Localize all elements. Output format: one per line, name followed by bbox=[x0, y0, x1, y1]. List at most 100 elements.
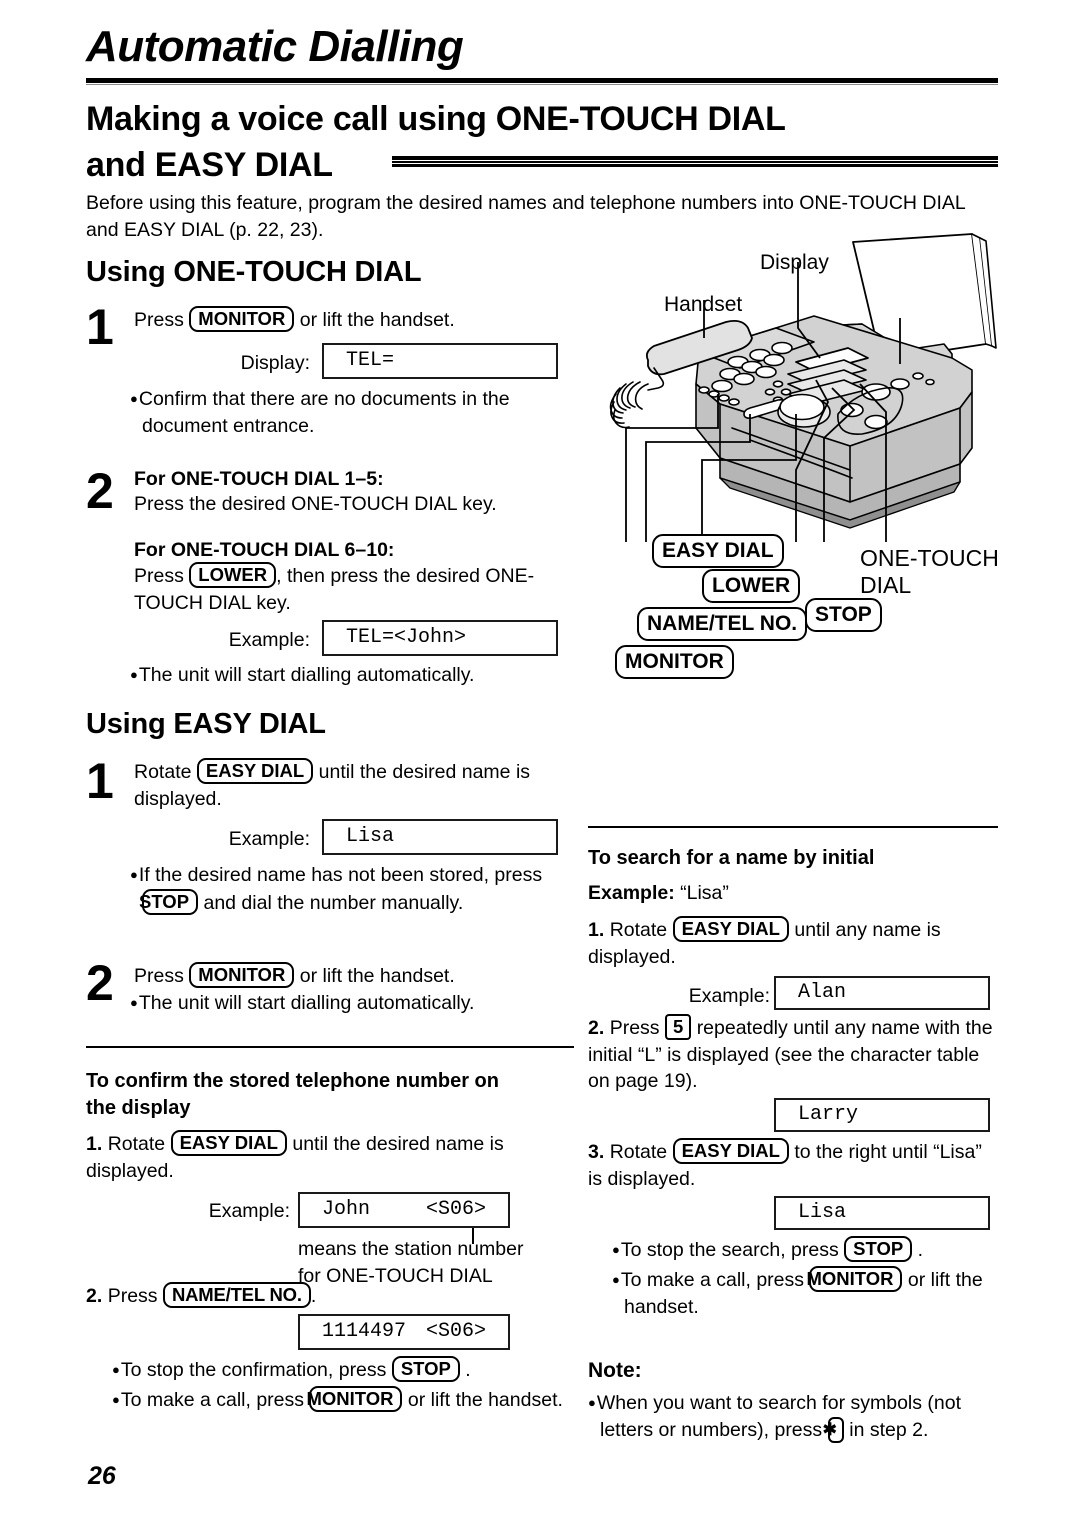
monitor-key[interactable]: MONITOR bbox=[189, 306, 295, 332]
item2-prefix: Press bbox=[107, 1285, 158, 1307]
chapter-title: Automatic Dialling bbox=[86, 22, 464, 71]
item3-number: 3. bbox=[588, 1141, 605, 1163]
easy-dial-step1-number: 1 bbox=[86, 753, 114, 809]
one-touch-step2-note: The unit will start dialling automatical… bbox=[130, 662, 560, 689]
chapter-divider-rule bbox=[86, 78, 998, 85]
rotate-label: Rotate bbox=[134, 761, 192, 783]
item2-number: 2. bbox=[588, 1017, 605, 1039]
monitor-key[interactable]: MONITOR bbox=[306, 1386, 403, 1412]
name-tel-no-key[interactable]: NAME/TEL NO. bbox=[162, 1282, 311, 1308]
item1-number: 1. bbox=[588, 919, 605, 941]
page-number: 26 bbox=[88, 1462, 116, 1490]
stop-key[interactable]: STOP bbox=[139, 888, 199, 915]
lcd-name: John bbox=[322, 1198, 371, 1221]
item3-prefix: Rotate bbox=[609, 1141, 668, 1163]
monitor-key[interactable]: MONITOR bbox=[189, 962, 295, 988]
lcd-value: TEL= bbox=[346, 349, 395, 372]
note1-prefix: To stop the search, press bbox=[612, 1239, 839, 1261]
search-example: Example: “Lisa” bbox=[588, 880, 998, 907]
lcd-value: Lisa bbox=[346, 825, 395, 848]
callout-easy-dial: EASY DIAL bbox=[652, 534, 784, 568]
search-heading: To search for a name by initial bbox=[588, 847, 875, 869]
lcd-display-tel-john: TEL=<John> bbox=[322, 620, 558, 656]
confirm-heading: To confirm the stored telephone number o… bbox=[86, 1068, 574, 1122]
note2-prefix: To make a call, press bbox=[112, 1389, 304, 1411]
search-note-2: To make a call, press MONITOR or lift th… bbox=[612, 1266, 1014, 1320]
note2-prefix: To make a call, press bbox=[612, 1269, 804, 1291]
asterisk-key[interactable]: ✱ bbox=[823, 1416, 844, 1443]
illustration-label-display: Display bbox=[760, 251, 829, 274]
callout-name-tel-no: NAME/TEL NO. bbox=[637, 607, 808, 641]
confirm-item-1: 1. Rotate EASY DIAL until the desired na… bbox=[86, 1130, 576, 1184]
confirm-heading-line1: To confirm the stored telephone number o… bbox=[86, 1070, 499, 1092]
lcd-value: Lisa bbox=[798, 1201, 847, 1224]
monitor-key[interactable]: MONITOR bbox=[806, 1266, 903, 1292]
sub2-press-label: Press bbox=[134, 565, 184, 587]
caption-line1: means the station number bbox=[298, 1238, 524, 1260]
confirm-item-2: 2. Press NAME/TEL NO.. bbox=[86, 1282, 576, 1310]
easy-dial-key[interactable]: EASY DIAL bbox=[196, 758, 314, 784]
lcd-display-lisa: Lisa bbox=[322, 819, 558, 855]
note2-suffix: or lift the handset. bbox=[407, 1389, 563, 1411]
search-item-2: 2. Press 5 repeatedly until any name wit… bbox=[588, 1014, 1000, 1095]
one-touch-step1-note: Confirm that there are no documents in t… bbox=[130, 386, 570, 439]
callout-stop: STOP bbox=[805, 598, 882, 632]
one-touch-step2-sub1-heading: For ONE-TOUCH DIAL 1–5: bbox=[134, 468, 384, 490]
search-item-3: 3. Rotate EASY DIAL to the right until “… bbox=[588, 1138, 1000, 1192]
callout-monitor: MONITOR bbox=[615, 645, 734, 679]
note-body: When you want to search for symbols (not… bbox=[588, 1390, 1004, 1443]
lcd-station: <S06> bbox=[425, 1198, 486, 1221]
search-example-value: “Lisa” bbox=[680, 882, 729, 904]
easy-dial-key[interactable]: EASY DIAL bbox=[672, 1138, 789, 1164]
easy-dial-heading: Using EASY DIAL bbox=[86, 708, 326, 740]
item2-prefix: Press bbox=[609, 1017, 660, 1039]
right-column-divider bbox=[588, 826, 998, 828]
lcd-value: Larry bbox=[798, 1103, 859, 1126]
confirm-example-label: Example: bbox=[208, 1200, 290, 1222]
one-touch-step2-number: 2 bbox=[86, 463, 114, 519]
lcd-display-alan: Alan bbox=[774, 976, 990, 1010]
lcd-display-number-station: 1114497 <S06> bbox=[298, 1314, 510, 1350]
digit-5-key[interactable]: 5 bbox=[664, 1014, 692, 1040]
fax-machine-illustration bbox=[600, 232, 1020, 542]
lcd-value: TEL=<John> bbox=[346, 626, 467, 649]
one-touch-step2-sub2-text: Press LOWER, then press the desired ONE-… bbox=[134, 562, 564, 616]
confirm-heading-line2: the display bbox=[86, 1097, 191, 1119]
section-title: Making a voice call using ONE-TOUCH DIAL… bbox=[86, 96, 1006, 188]
stop-key[interactable]: STOP bbox=[391, 1356, 460, 1382]
easy-dial-key[interactable]: EASY DIAL bbox=[672, 916, 789, 942]
easy-dial-step2-note: The unit will start dialling automatical… bbox=[130, 990, 560, 1017]
note-suffix: and dial the number manually. bbox=[203, 891, 464, 914]
easy-dial-step1-instruction: Rotate EASY DIAL until the desired name … bbox=[134, 758, 558, 812]
lcd-display-john-station: John <S06> bbox=[298, 1192, 510, 1228]
lcd-station: <S06> bbox=[425, 1320, 486, 1343]
note-prefix: If the desired name has not been stored,… bbox=[130, 864, 542, 886]
press-label: Press bbox=[134, 965, 184, 987]
easy-dial-key[interactable]: EASY DIAL bbox=[170, 1130, 287, 1156]
one-touch-step1-instruction: Press MONITOR or lift the handset. bbox=[134, 306, 554, 334]
note1-suffix: . bbox=[465, 1359, 471, 1381]
easy-dial-step2-number: 2 bbox=[86, 955, 114, 1011]
left-column-divider bbox=[86, 1046, 574, 1048]
lcd-number: 1114497 bbox=[322, 1320, 407, 1343]
easy-dial-step1-note: If the desired name has not been stored,… bbox=[130, 862, 570, 916]
item1-prefix: Rotate bbox=[609, 919, 668, 941]
item1-prefix: Rotate bbox=[107, 1133, 166, 1155]
lcd-value: Alan bbox=[798, 981, 847, 1004]
step1-suffix: until the desired name is displayed. bbox=[134, 761, 531, 810]
item1-number: 1. bbox=[86, 1133, 103, 1155]
manual-page: Automatic Dialling Making a voice call u… bbox=[0, 0, 1080, 1526]
step1-press-label: Press bbox=[134, 309, 184, 331]
callout-one-touch-dial-line1: ONE-TOUCH bbox=[860, 545, 999, 571]
lcd-display-tel: TEL= bbox=[322, 343, 558, 379]
item2-suffix: . bbox=[310, 1285, 317, 1307]
item2-number: 2. bbox=[86, 1285, 103, 1307]
search-example2-label: Example: bbox=[688, 985, 770, 1007]
lower-key[interactable]: LOWER bbox=[189, 562, 277, 588]
callout-one-touch-dial-line2: DIAL bbox=[860, 572, 912, 598]
stop-key[interactable]: STOP bbox=[844, 1236, 913, 1262]
one-touch-example-label: Example: bbox=[228, 629, 310, 651]
note-heading: Note: bbox=[588, 1359, 642, 1382]
search-note-1: To stop the search, press STOP . bbox=[612, 1236, 1002, 1264]
lcd-display-larry: Larry bbox=[774, 1098, 990, 1132]
